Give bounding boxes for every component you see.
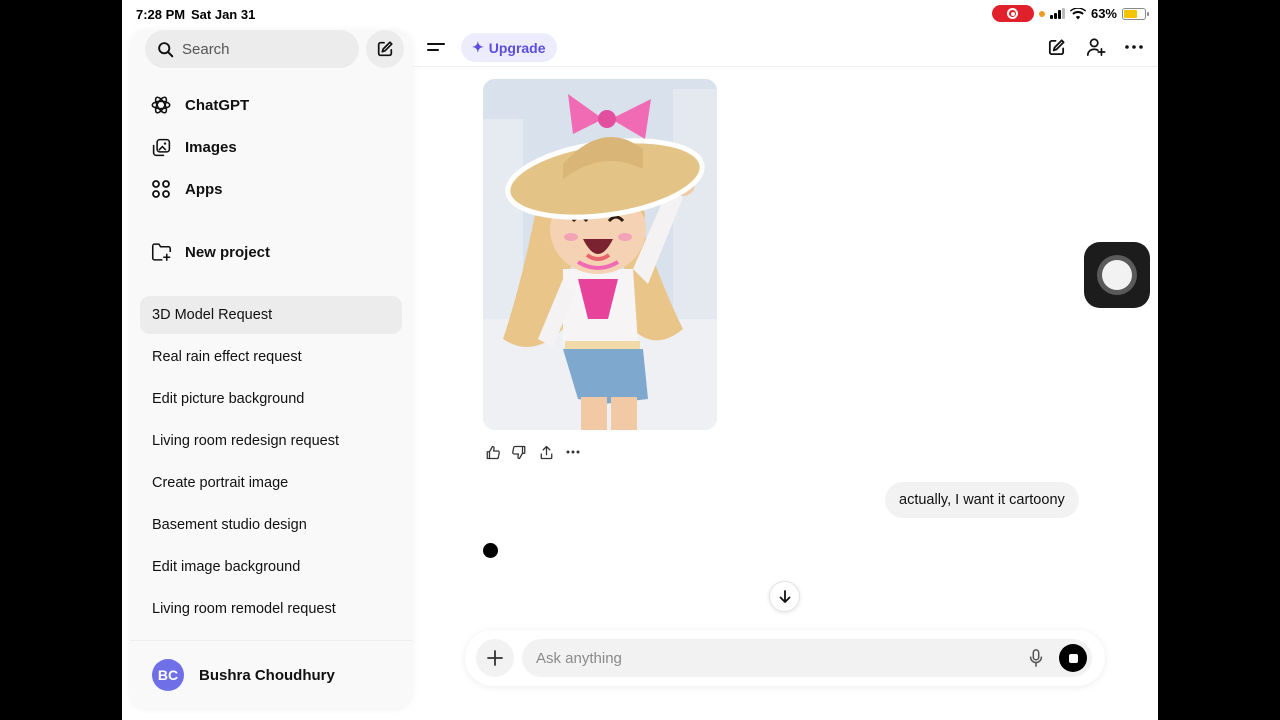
profile-row[interactable]: BC Bushra Choudhury	[130, 640, 412, 708]
scroll-to-bottom-button[interactable]	[769, 581, 800, 612]
history-item[interactable]: 3D Model Request	[140, 296, 402, 334]
images-icon	[150, 136, 172, 158]
more-options-button[interactable]	[1121, 34, 1147, 60]
menu-lines-icon	[427, 43, 445, 51]
screen-recording-icon[interactable]	[991, 5, 1034, 22]
wifi-icon	[1069, 7, 1086, 19]
status-date: Sat Jan 31	[191, 7, 256, 22]
search-icon	[158, 41, 174, 57]
nav-label: Apps	[185, 180, 223, 198]
search-label: Search	[182, 40, 230, 58]
apps-grid-icon	[150, 178, 172, 200]
prompt-input[interactable]	[522, 639, 1092, 677]
assistive-touch-icon	[1097, 255, 1137, 295]
profile-name: Bushra Choudhury	[199, 667, 335, 684]
chatgpt-logo-icon	[150, 94, 172, 116]
arrow-down-icon	[779, 589, 790, 603]
mic-in-use-indicator-icon	[1038, 10, 1045, 17]
nav-label: ChatGPT	[185, 96, 250, 114]
status-bar: 7:28 PM Sat Jan 31 63%	[122, 0, 1158, 28]
nav-item-chatgpt[interactable]: ChatGPT	[150, 94, 249, 116]
thumbs-up-button[interactable]	[483, 442, 501, 462]
sparkle-icon: ✦	[472, 39, 484, 55]
nav-item-new-project[interactable]: New project	[150, 241, 270, 263]
share-button[interactable]	[537, 442, 555, 462]
ipad-screen: 7:28 PM Sat Jan 31 63% Search ChatGPT Im…	[122, 0, 1158, 720]
compose-icon	[1048, 38, 1065, 55]
new-chat-button[interactable]	[366, 30, 404, 68]
typing-indicator	[483, 543, 498, 558]
battery-icon	[1122, 7, 1149, 20]
more-horizontal-icon	[566, 450, 580, 454]
history-item[interactable]: Create portrait image	[140, 464, 402, 502]
sidebar-toggle-button[interactable]	[423, 34, 449, 60]
microphone-icon	[1029, 649, 1043, 667]
new-chat-top-button[interactable]	[1043, 34, 1069, 60]
nav-label: Images	[185, 138, 237, 156]
message-actions	[483, 442, 582, 462]
thumbs-up-icon	[486, 445, 500, 459]
compose-icon	[377, 41, 393, 57]
status-time: 7:28 PM	[136, 7, 186, 22]
composer	[465, 630, 1105, 686]
user-message: actually, I want it cartoony	[885, 482, 1079, 518]
history-item[interactable]: Edit picture background	[140, 380, 402, 418]
history-item[interactable]: Real rain effect request	[140, 338, 402, 376]
nav-item-apps[interactable]: Apps	[150, 178, 223, 200]
history-item[interactable]: Living room redesign request	[140, 422, 402, 460]
generated-image[interactable]	[483, 79, 717, 430]
history-item[interactable]: Edit image background	[140, 548, 402, 586]
sidebar: Search ChatGPT Images Apps New project 3…	[130, 30, 412, 708]
plus-icon	[487, 650, 503, 666]
dictate-button[interactable]	[1025, 647, 1047, 669]
nav-item-images[interactable]: Images	[150, 136, 237, 158]
thumbs-down-button[interactable]	[510, 442, 528, 462]
battery-percent: 63%	[1090, 6, 1117, 21]
status-indicators: 63%	[991, 5, 1149, 22]
upgrade-label: Upgrade	[488, 39, 546, 56]
share-icon	[540, 445, 552, 459]
avatar: BC	[152, 659, 184, 691]
assistive-touch-button[interactable]	[1084, 242, 1150, 308]
stop-icon	[1068, 653, 1078, 663]
stop-generating-button[interactable]	[1059, 644, 1087, 672]
upgrade-button[interactable]: ✦ Upgrade	[461, 33, 557, 62]
chat-history-list: 3D Model Request Real rain effect reques…	[140, 296, 402, 632]
new-project-folder-icon	[150, 241, 172, 263]
thumbs-down-icon	[511, 445, 525, 459]
header-divider	[412, 66, 1158, 67]
history-item[interactable]: Basement studio design	[140, 506, 402, 544]
history-item[interactable]: Living room remodel request	[140, 590, 402, 628]
nav-label: New project	[185, 243, 271, 261]
more-actions-button[interactable]	[564, 442, 582, 462]
add-person-icon	[1086, 38, 1106, 57]
cellular-signal-icon	[1049, 8, 1065, 19]
add-people-button[interactable]	[1083, 34, 1109, 60]
attach-button[interactable]	[476, 639, 514, 677]
search-field[interactable]: Search	[145, 30, 359, 68]
more-horizontal-icon	[1125, 45, 1143, 49]
